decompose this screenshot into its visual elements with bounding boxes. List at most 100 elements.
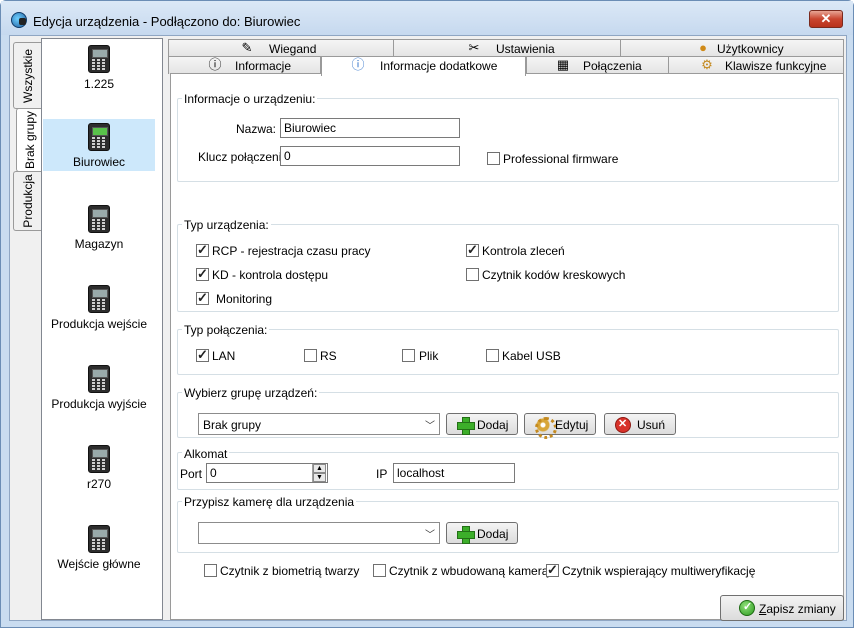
side-tab-label: Produkcja <box>21 174 35 228</box>
delete-group-button[interactable]: Usuń <box>604 413 676 435</box>
device-label: Biurowiec <box>72 155 126 169</box>
professional-firmware-checkbox[interactable] <box>487 152 500 165</box>
group-legend: Przypisz kamerę dla urządzenia <box>182 495 357 509</box>
kd-checkbox[interactable] <box>196 266 209 282</box>
tab-uzytkownicy[interactable]: ● Użytkownicy <box>620 39 844 57</box>
tab-label: Klawisze funkcyjne <box>725 59 827 73</box>
device-item-wejscie-glowne[interactable]: Wejście główne <box>43 521 155 573</box>
port-input[interactable] <box>206 463 328 483</box>
gear-icon <box>535 417 557 439</box>
name-input[interactable] <box>280 118 460 138</box>
usb-cable-label: Kabel USB <box>502 349 561 363</box>
face-biometry-label: Czytnik z biometrią twarzy <box>220 564 360 578</box>
usb-cable-checkbox[interactable] <box>486 349 499 362</box>
camera-select[interactable]: ﹀ <box>198 522 440 544</box>
terminal-icon <box>88 45 110 73</box>
alcohol-tester-group: Alkomat Port ▲ ▼ IP <box>177 447 839 490</box>
info-blue-icon: ⓘ <box>351 57 365 72</box>
edit-group-button[interactable]: Edytuj <box>524 413 596 439</box>
tab-label: Połączenia <box>583 59 642 73</box>
connection-type-group: Typ połączenia: LAN RS Plik Kabel USB <box>177 323 839 375</box>
chevron-down-icon: ﹀ <box>425 421 435 432</box>
connection-key-input[interactable] <box>280 146 460 166</box>
rcp-checkbox[interactable] <box>196 242 209 258</box>
tab-ustawienia[interactable]: ✂ Ustawienia <box>393 39 621 57</box>
checkmark-icon <box>739 600 755 616</box>
spin-up-icon[interactable]: ▲ <box>313 464 326 473</box>
barcode-reader-checkbox[interactable] <box>466 268 479 281</box>
user-icon: ● <box>699 40 707 55</box>
tab-klawisze-funkcyjne[interactable]: ⚙ Klawisze funkcyjne <box>668 56 844 74</box>
device-list[interactable]: 1.225 Biurowiec Magazyn Produkcja wejści… <box>41 38 163 620</box>
window-title: Edycja urządzenia - Podłączono do: Biuro… <box>33 14 301 29</box>
tab-label: Wiegand <box>269 42 317 56</box>
terminal-icon <box>88 123 110 151</box>
save-changes-button[interactable]: Zapisz zmiany <box>720 595 844 621</box>
gear-icon: ⚙ <box>701 57 713 72</box>
close-button[interactable]: ✕ <box>809 10 843 28</box>
rs-label: RS <box>320 349 337 363</box>
monitoring-label: Monitoring <box>216 292 273 306</box>
tab-label: Użytkownicy <box>717 42 784 56</box>
rcp-label: RCP - rejestracja czasu pracy <box>212 244 371 258</box>
tab-polaczenia[interactable]: ▦ Połączenia <box>526 56 669 74</box>
info-icon: ⓘ <box>208 57 222 72</box>
side-tab-wszystkie[interactable]: Wszystkie <box>13 42 42 109</box>
tab-informacje-dodatkowe[interactable]: ⓘ Informacje dodatkowe <box>321 56 526 76</box>
button-label: Dodaj <box>477 418 509 432</box>
title-bar[interactable]: Edycja urządzenia - Podłączono do: Biuro… <box>1 1 853 35</box>
tab-informacje[interactable]: ⓘ Informacje <box>168 56 321 74</box>
tab-label: Informacje <box>235 59 292 73</box>
tab-label: Ustawienia <box>496 42 555 56</box>
side-tab-brak-grupy[interactable]: Brak grupy <box>16 108 42 172</box>
name-label: Nazwa: <box>236 122 277 136</box>
network-icon: ▦ <box>556 57 570 72</box>
device-item-r270[interactable]: r270 <box>43 441 155 493</box>
device-label: Wejście główne <box>57 557 141 571</box>
add-camera-button[interactable]: Dodaj <box>446 522 518 544</box>
device-item-produkcja-wyjscie[interactable]: Produkcja wyjście <box>43 361 155 413</box>
multiverification-checkbox[interactable] <box>546 562 559 578</box>
terminal-icon <box>88 285 110 313</box>
device-group-select[interactable]: Brak grupy ﹀ <box>198 413 440 435</box>
tools-icon: ✂ <box>468 40 480 55</box>
orders-checkbox[interactable] <box>466 242 479 258</box>
tab-strip: ✎ Wiegand ✂ Ustawienia ● Użytkownicy ⓘ I… <box>168 39 844 76</box>
button-label: Dodaj <box>477 527 509 541</box>
ip-label: IP <box>376 467 388 481</box>
plus-icon <box>457 417 475 435</box>
delete-icon <box>615 417 631 433</box>
device-label: Produkcja wyjście <box>51 397 147 411</box>
device-label: r270 <box>86 477 112 491</box>
device-item-1225[interactable]: 1.225 <box>43 41 155 93</box>
terminal-icon <box>88 525 110 553</box>
group-legend: Wybierz grupę urządzeń: <box>182 386 320 400</box>
tab-panel: Informacje o urządzeniu: Nazwa: Klucz po… <box>170 73 844 621</box>
device-label: Produkcja wejście <box>50 317 148 331</box>
group-legend: Typ połączenia: <box>182 323 270 337</box>
device-label: Magazyn <box>74 237 124 251</box>
device-item-magazyn[interactable]: Magazyn <box>43 201 155 253</box>
lan-checkbox[interactable] <box>196 347 209 363</box>
chevron-down-icon: ﹀ <box>425 530 435 541</box>
spin-down-icon[interactable]: ▼ <box>313 473 326 482</box>
file-checkbox[interactable] <box>402 349 415 362</box>
plus-icon <box>457 526 475 544</box>
terminal-icon <box>88 365 110 393</box>
device-label: 1.225 <box>83 77 115 91</box>
wiegand-icon: ✎ <box>241 40 253 55</box>
ip-input[interactable] <box>393 463 515 483</box>
file-label: Plik <box>419 349 439 363</box>
device-item-biurowiec[interactable]: Biurowiec <box>43 119 155 171</box>
rs-checkbox[interactable] <box>304 349 317 362</box>
built-in-camera-label: Czytnik z wbudowaną kamerą <box>389 564 549 578</box>
device-item-produkcja-wejscie[interactable]: Produkcja wejście <box>43 281 155 333</box>
face-biometry-checkbox[interactable] <box>204 564 217 577</box>
tab-wiegand[interactable]: ✎ Wiegand <box>168 39 394 57</box>
add-group-button[interactable]: Dodaj <box>446 413 518 435</box>
side-tab-produkcja[interactable]: Produkcja <box>13 171 42 231</box>
multiverification-label: Czytnik wspierający multiweryfikację <box>562 564 756 578</box>
port-spinner[interactable]: ▲ ▼ <box>312 464 326 482</box>
built-in-camera-checkbox[interactable] <box>373 564 386 577</box>
monitoring-checkbox[interactable] <box>196 290 209 306</box>
